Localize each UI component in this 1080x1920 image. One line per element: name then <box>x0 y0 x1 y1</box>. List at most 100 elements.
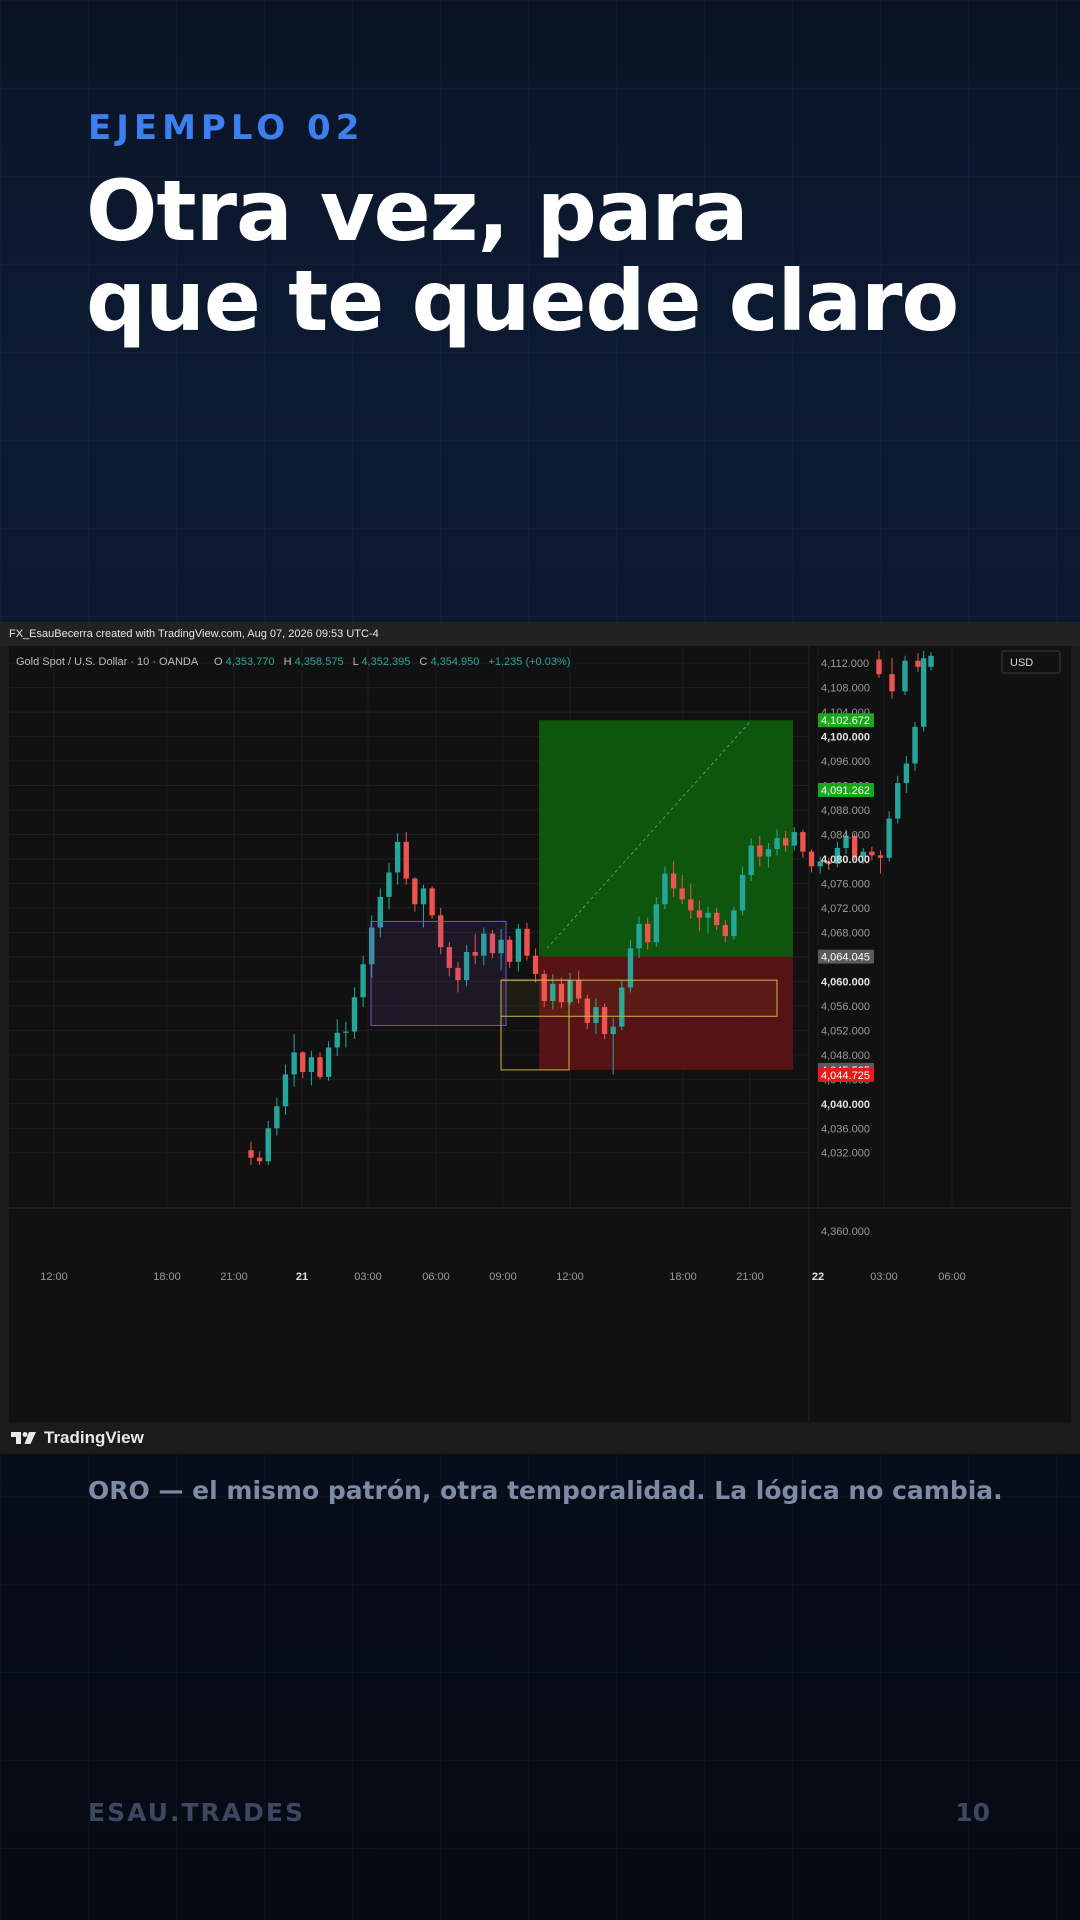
candle-body <box>808 851 815 867</box>
candle-body <box>343 1031 349 1033</box>
time-axis-label: 18:00 <box>669 1271 697 1283</box>
price-tag-label: 4,064.045 <box>821 952 870 964</box>
currency-selector[interactable]: USD <box>1001 650 1061 674</box>
candle-body <box>412 878 418 905</box>
candle-body <box>524 928 530 956</box>
price-axis-label: 4,036.000 <box>821 1123 870 1135</box>
candle-body <box>317 1057 323 1077</box>
price-axis-label: 4,112.000 <box>821 658 869 670</box>
tv-ohlc-readout: O 4,353.770 H 4,358.575 L 4,352.395 C 4,… <box>214 656 570 668</box>
candle-body <box>731 910 737 937</box>
candle-body <box>610 1026 616 1035</box>
candle-body <box>679 888 685 900</box>
title-line-2: que te quede claro <box>86 252 959 350</box>
price-axis-label: 4,084.000 <box>821 829 870 841</box>
candle-body <box>876 659 882 675</box>
candle-body <box>420 888 427 905</box>
price-axis-label: 4,048.000 <box>821 1050 870 1062</box>
candle-body <box>912 726 918 764</box>
candle-body <box>403 841 409 879</box>
candle-body <box>248 1150 254 1158</box>
candle-body <box>765 849 772 857</box>
fvg-box <box>500 979 778 1017</box>
candle-body <box>325 1047 332 1077</box>
price-axis-label: 4,032.000 <box>821 1148 870 1160</box>
brand-handle: ESAU.TRADES <box>88 1798 305 1827</box>
candle-body <box>782 838 789 846</box>
candle-body <box>636 923 642 949</box>
time-axis-label: 06:00 <box>422 1271 450 1283</box>
candle-body <box>653 904 659 943</box>
currency-label: USD <box>1010 657 1033 669</box>
tv-symbol-label: Gold Spot / U.S. Dollar · 10 · OANDA <box>16 656 199 668</box>
candlestick-chart: 4,112.0004,108.0004,104.0004,100.0004,09… <box>9 646 1071 1422</box>
candle-body <box>507 939 513 962</box>
page-title: Otra vez, para que te quede claro <box>86 166 1046 346</box>
time-axis-label: 12:00 <box>556 1271 584 1283</box>
time-axis-label: 12:00 <box>40 1271 68 1283</box>
tv-low-label: L <box>353 656 359 668</box>
price-axis-label: 4,076.000 <box>821 878 870 890</box>
eyebrow-label: EJEMPLO 02 <box>88 108 365 148</box>
candle-body <box>670 873 677 889</box>
candle-body <box>705 912 711 918</box>
price-tag-label: 4,102.672 <box>821 715 870 727</box>
candle-body <box>886 818 892 858</box>
candle-body <box>889 674 895 692</box>
tradingview-logo: TradingView <box>10 1428 144 1448</box>
candle-body <box>386 872 392 897</box>
take-profit-zone <box>539 720 793 957</box>
time-axis-label: 21 <box>296 1271 308 1283</box>
price-tag-label: 4,091.262 <box>821 785 870 797</box>
price-axis-label: 4,052.000 <box>821 1025 870 1037</box>
candle-body <box>928 655 934 667</box>
price-axis-label: 4,060.000 <box>821 976 870 988</box>
candle-body <box>713 912 720 926</box>
candle-body <box>265 1128 271 1162</box>
price-axis-label: 4,072.000 <box>821 903 870 915</box>
tv-high-value: 4,358.575 <box>295 656 344 668</box>
time-axis-label: 03:00 <box>354 1271 382 1283</box>
time-axis-label: 21:00 <box>220 1271 248 1283</box>
candle-body <box>902 660 908 692</box>
tradingview-logo-icon <box>11 1432 36 1444</box>
caption-text: ORO — el mismo patrón, otra temporalidad… <box>88 1476 1003 1505</box>
tv-change-value: +1.235 (+0.03%) <box>488 656 570 668</box>
tv-high-label: H <box>284 656 292 668</box>
tradingview-logo-text: TradingView <box>44 1428 144 1447</box>
price-axis-label: 4,108.000 <box>821 683 870 695</box>
time-axis-label: 03:00 <box>870 1271 898 1283</box>
candle-body <box>877 855 884 858</box>
candle-body <box>394 841 401 873</box>
consolidation-range-box <box>370 920 507 1026</box>
tv-created-line: FX_EsauBecerra created with TradingView.… <box>0 622 1080 646</box>
tv-footer: TradingView <box>0 1422 1080 1454</box>
time-axis-label: 21:00 <box>736 1271 764 1283</box>
candle-body <box>757 845 763 857</box>
candle-body <box>300 1052 306 1072</box>
candle-body <box>334 1032 340 1048</box>
tv-chart-area: 4,112.000 4,108.000 4,104.000 4,100.000 4,09… <box>9 646 1071 1422</box>
candle-body <box>791 832 797 846</box>
tv-open-value: 4,353.770 <box>226 656 275 668</box>
candle-body <box>308 1057 315 1072</box>
title-line-1: Otra vez, para <box>86 162 749 260</box>
candle-body <box>532 955 539 975</box>
price-tag-label: 4,044.725 <box>821 1070 870 1082</box>
tv-open-label: O <box>214 656 223 668</box>
tv-created-text: FX_EsauBecerra created with TradingView.… <box>9 628 379 640</box>
price-axis-label: 4,088.000 <box>821 805 870 817</box>
candle-body <box>360 964 366 998</box>
candle-body <box>282 1074 289 1107</box>
candle-body <box>722 925 728 937</box>
lower-pane-price-label: 4,360.000 <box>821 1226 870 1238</box>
candle-body <box>915 660 921 667</box>
time-axis-label: 09:00 <box>489 1271 517 1283</box>
candle-body <box>662 873 668 905</box>
tv-close-value: 4,354.950 <box>430 656 479 668</box>
candle-body <box>748 845 754 875</box>
candle-body <box>429 888 435 916</box>
candle-body <box>274 1106 280 1129</box>
candle-body <box>920 658 927 727</box>
tv-close-label: C <box>419 656 427 668</box>
